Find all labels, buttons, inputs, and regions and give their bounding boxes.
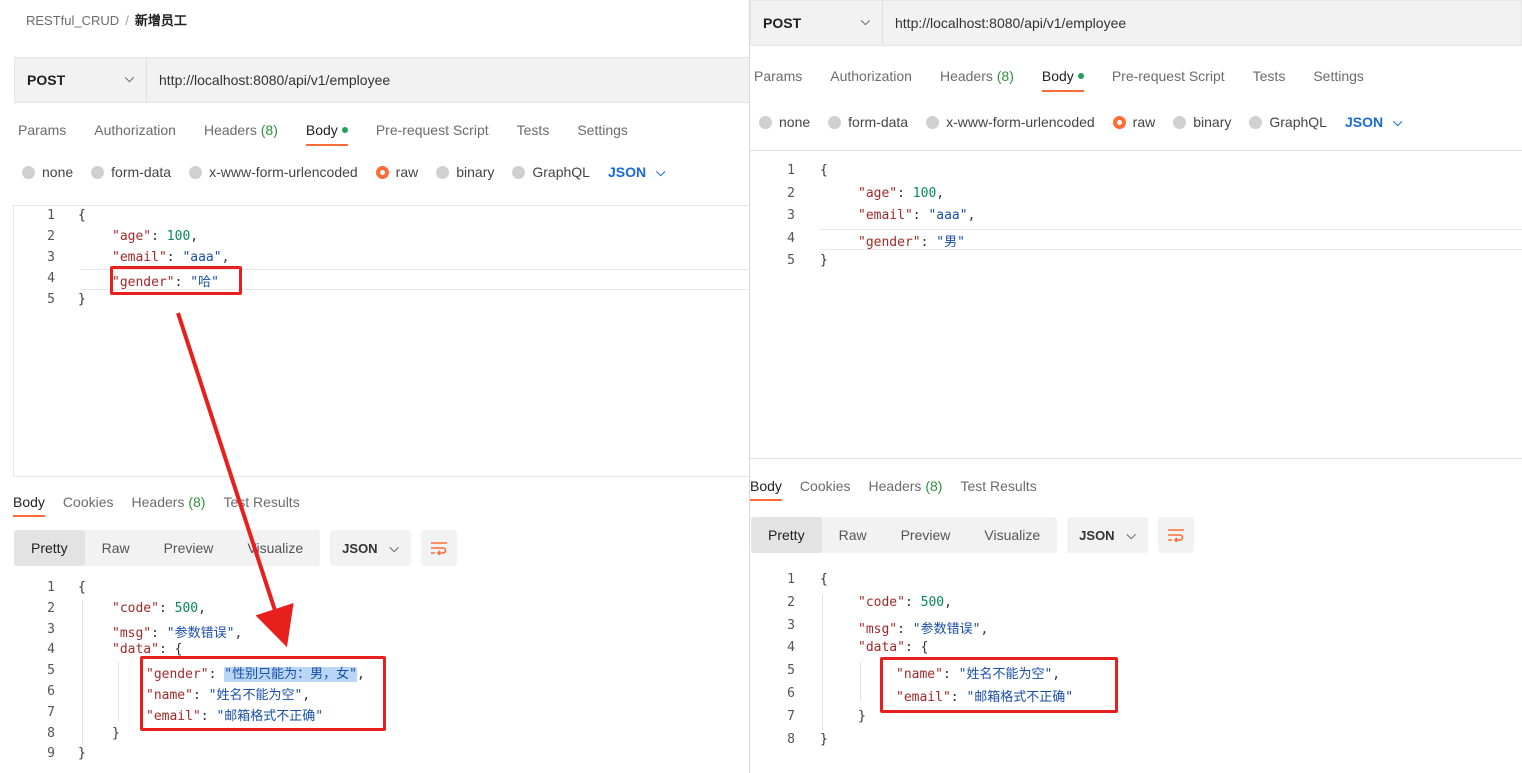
annotation-arrow	[176, 312, 294, 648]
